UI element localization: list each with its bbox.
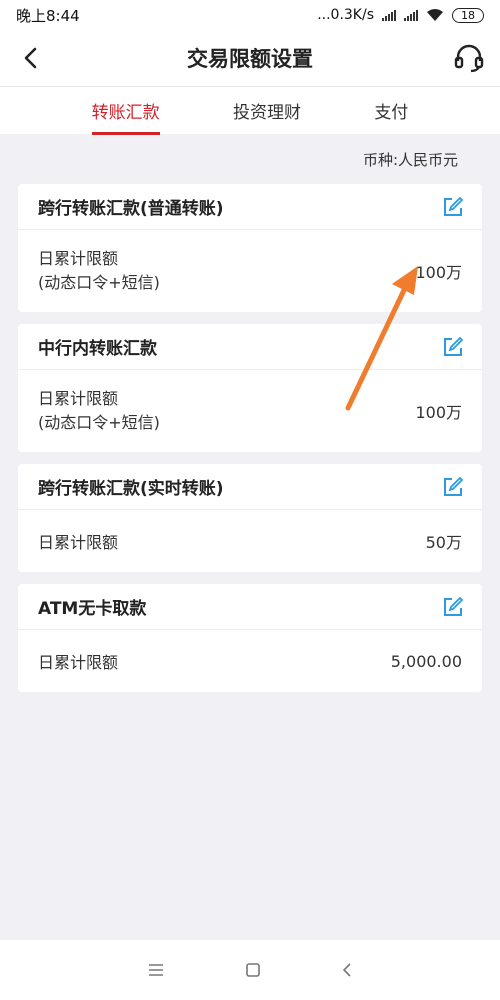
limit-label-main: 日累计限额 xyxy=(38,653,119,672)
tab-transfer[interactable]: 转账汇款 xyxy=(91,87,160,135)
system-nav-bar xyxy=(0,940,500,1000)
back-nav-icon[interactable] xyxy=(341,962,353,978)
currency-row: 币种:人民币元 xyxy=(0,134,500,184)
edit-icon[interactable] xyxy=(442,336,464,358)
signal-icon xyxy=(382,9,396,21)
limit-label: 日累计限额 (动态口令+短信) xyxy=(38,387,160,435)
tab-payment[interactable]: 支付 xyxy=(374,87,408,135)
currency-label: 币种:人民币元 xyxy=(362,150,458,169)
limit-value: 5,000.00 xyxy=(390,651,462,671)
limit-card-interbank-normal: 跨行转账汇款(普通转账) 日累计限额 (动态口令+短信) 100万 xyxy=(18,184,482,312)
edit-icon[interactable] xyxy=(442,596,464,618)
card-header: 跨行转账汇款(普通转账) xyxy=(18,184,482,230)
card-title: 跨行转账汇款(实时转账) xyxy=(38,479,224,499)
network-speed: ...0.3K/s xyxy=(317,7,374,23)
status-time: 晚上8:44 xyxy=(16,6,80,25)
limit-label-main: 日累计限额 xyxy=(38,533,119,552)
customer-service-button[interactable] xyxy=(452,41,486,75)
tab-investment[interactable]: 投资理财 xyxy=(233,87,301,135)
limit-card-intrabank: 中行内转账汇款 日累计限额 (动态口令+短信) 100万 xyxy=(18,324,482,452)
limit-label-sub: (动态口令+短信) xyxy=(38,413,160,432)
nav-bar: 交易限额设置 xyxy=(0,30,500,86)
status-icons: ...0.3K/s 18 xyxy=(317,7,484,23)
tab-bar: 转账汇款 投资理财 支付 xyxy=(0,86,500,135)
battery-icon: 18 xyxy=(452,7,484,23)
edit-icon[interactable] xyxy=(442,196,464,218)
limit-card-atm: ATM无卡取款 日累计限额 5,000.00 xyxy=(18,584,482,692)
limit-label-main: 日累计限额 xyxy=(38,389,119,408)
limit-card-interbank-realtime: 跨行转账汇款(实时转账) 日累计限额 50万 xyxy=(18,464,482,572)
edit-icon[interactable] xyxy=(442,476,464,498)
limit-value: 50万 xyxy=(425,533,462,552)
card-header: 中行内转账汇款 xyxy=(18,324,482,370)
page-title: 交易限额设置 xyxy=(187,47,313,71)
card-header: 跨行转账汇款(实时转账) xyxy=(18,464,482,510)
home-icon[interactable] xyxy=(245,962,261,978)
status-bar: 晚上8:44 ...0.3K/s 18 xyxy=(0,0,500,30)
card-title: 中行内转账汇款 xyxy=(38,339,157,359)
signal-icon-2 xyxy=(404,9,418,21)
wifi-icon xyxy=(427,9,443,21)
limit-value: 100万 xyxy=(415,403,462,422)
menu-icon[interactable] xyxy=(147,963,165,977)
limit-value: 100万 xyxy=(415,263,462,282)
headset-icon xyxy=(454,44,484,73)
card-title: ATM无卡取款 xyxy=(38,599,147,619)
back-button[interactable] xyxy=(14,41,48,75)
card-title: 跨行转账汇款(普通转账) xyxy=(38,199,224,219)
limit-label-sub: (动态口令+短信) xyxy=(38,273,160,292)
limit-label-main: 日累计限额 xyxy=(38,249,119,268)
card-body: 日累计限额 (动态口令+短信) 100万 xyxy=(18,370,482,452)
limit-label: 日累计限额 (动态口令+短信) xyxy=(38,247,160,295)
card-body: 日累计限额 5,000.00 xyxy=(18,630,482,692)
battery-level: 18 xyxy=(461,8,475,22)
card-header: ATM无卡取款 xyxy=(18,584,482,630)
back-arrow-icon xyxy=(24,47,37,69)
card-body: 日累计限额 (动态口令+短信) 100万 xyxy=(18,230,482,312)
card-body: 日累计限额 50万 xyxy=(18,510,482,572)
